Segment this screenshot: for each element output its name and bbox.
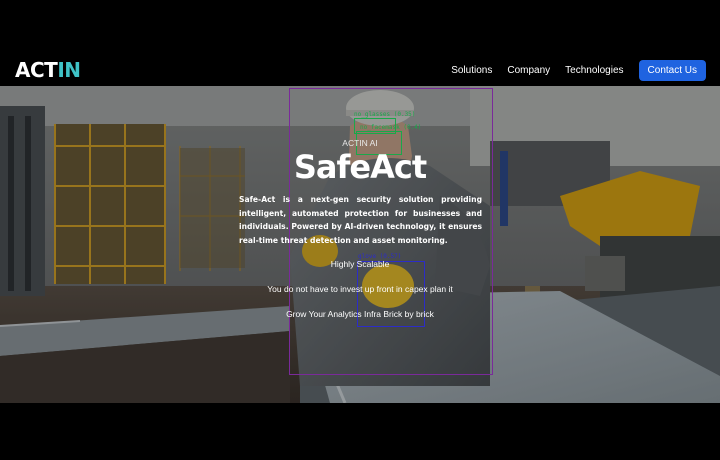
hero-line-capex: You do not have to invest up front in ca… — [267, 284, 453, 294]
nav-links: Solutions Company Technologies Contact U… — [451, 59, 706, 81]
nav-link-solutions[interactable]: Solutions — [451, 65, 492, 76]
logo-main-text: ACT — [15, 58, 58, 82]
hero-line-grow: Grow Your Analytics Infra Brick by brick — [286, 309, 434, 319]
top-navbar: ACTIN Solutions Company Technologies Con… — [0, 50, 720, 90]
hero-text-block: ACTIN AI SafeAct Safe-Act is a next-gen … — [0, 86, 720, 403]
actin-logo[interactable]: ACTIN — [15, 60, 81, 80]
contact-us-button[interactable]: Contact Us — [638, 59, 706, 81]
hero-line-scalable: Highly Scalable — [330, 259, 390, 269]
nav-link-technologies[interactable]: Technologies — [565, 65, 623, 76]
hero-eyebrow: ACTIN AI — [342, 138, 378, 148]
hero-description: Safe-Act is a next-gen security solution… — [239, 195, 482, 245]
page: ACTIN Solutions Company Technologies Con… — [0, 0, 720, 460]
logo-accent-text: IN — [57, 58, 81, 82]
nav-link-company[interactable]: Company — [507, 65, 550, 76]
hero-title: SafeAct — [293, 148, 427, 186]
hero-section: no_glasses (0.35) no_facemask (0.4) glov… — [0, 86, 720, 403]
